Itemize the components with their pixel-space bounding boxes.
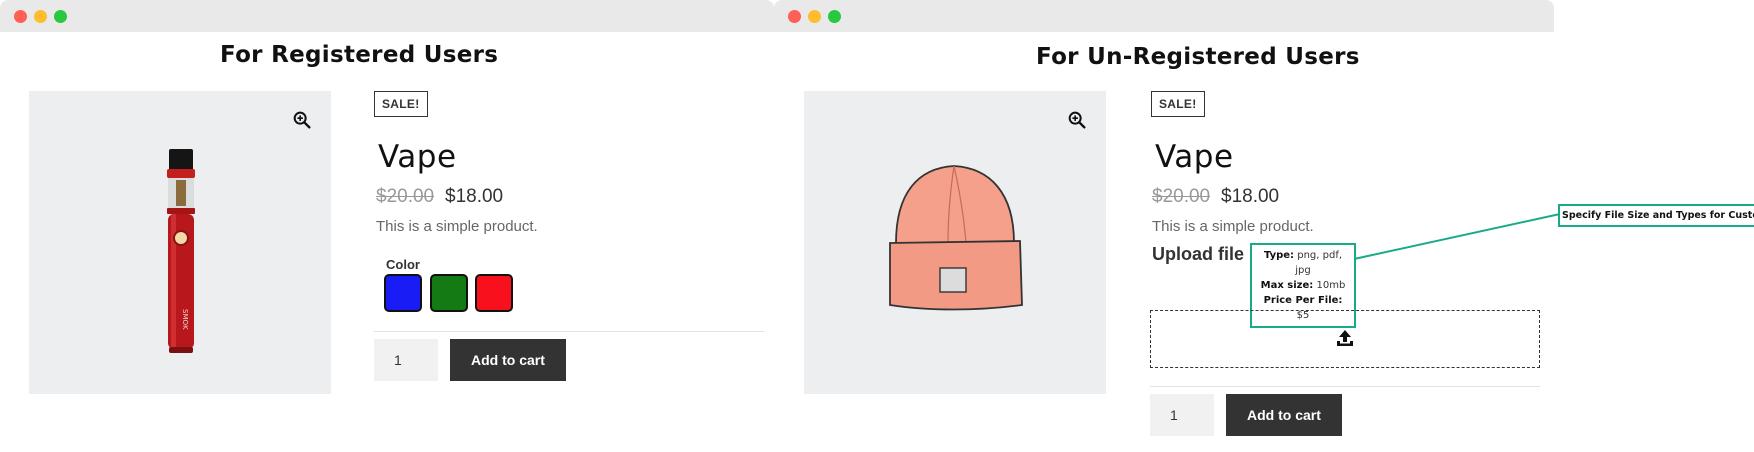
- callout-connector-line: [1353, 213, 1561, 260]
- callout-note: Specify File Size and Types for Customer…: [1558, 204, 1754, 227]
